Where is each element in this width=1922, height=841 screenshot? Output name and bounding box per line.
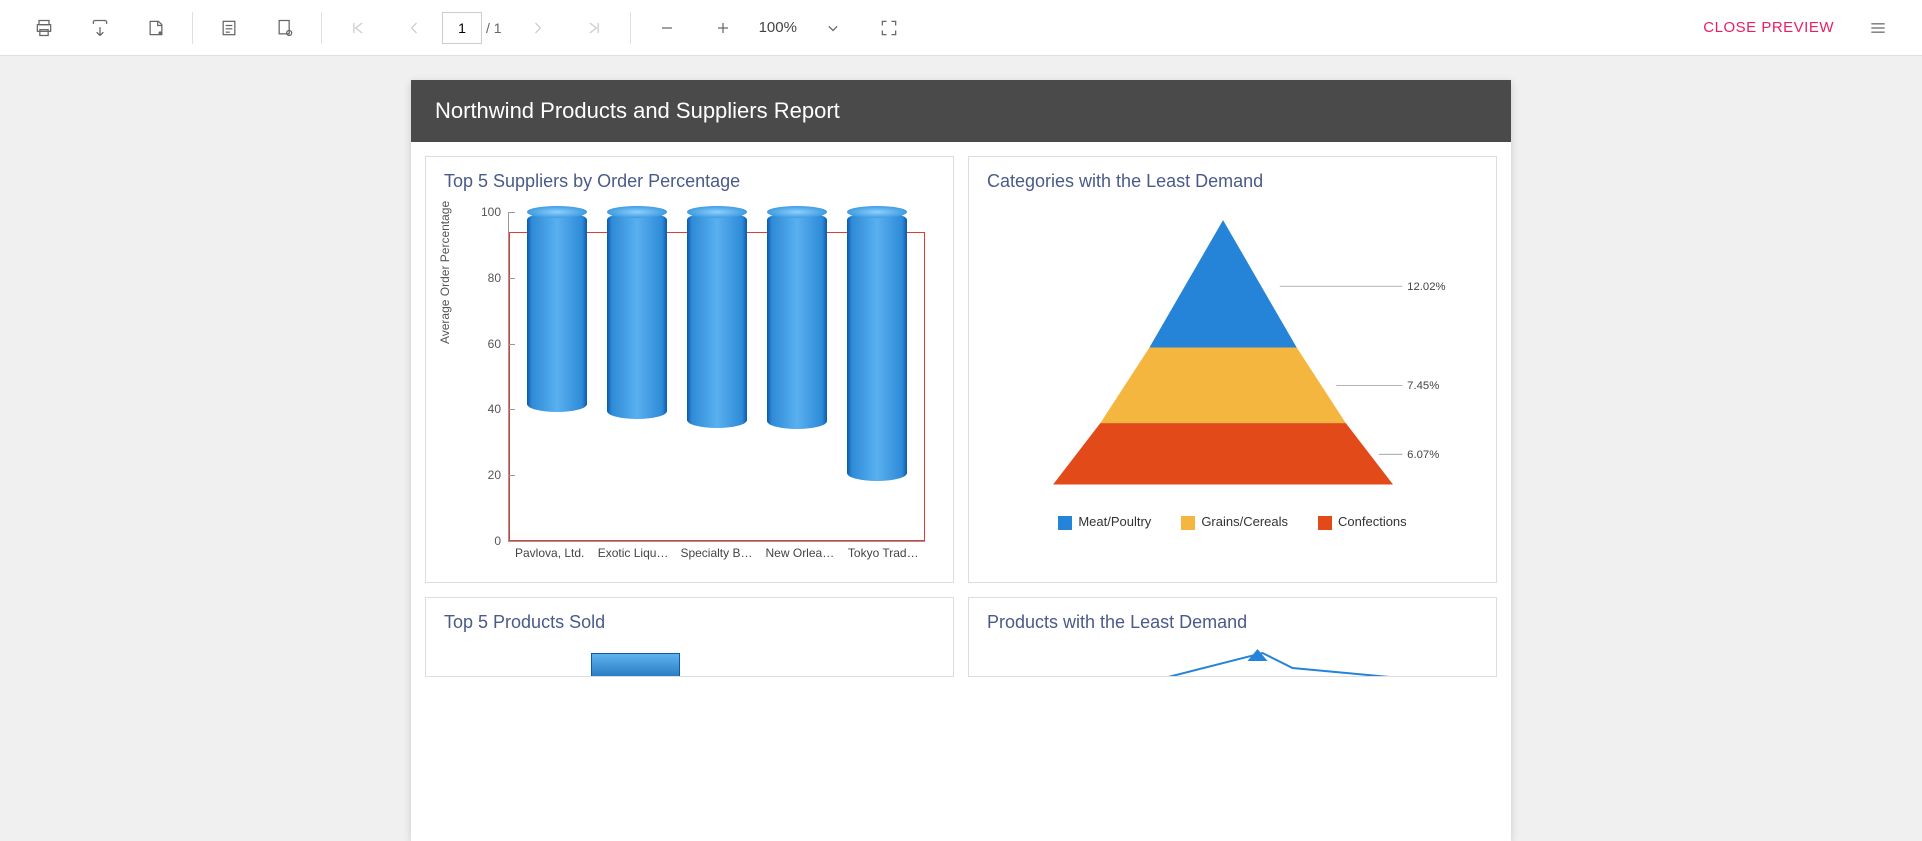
bar xyxy=(687,212,747,428)
bar xyxy=(847,212,907,481)
y-tick: 80 xyxy=(488,271,509,285)
card-title: Products with the Least Demand xyxy=(987,612,1478,633)
document-settings-button[interactable] xyxy=(257,0,313,56)
bar xyxy=(767,212,827,429)
pyramid-value-label: 7.45% xyxy=(1407,380,1439,392)
bar xyxy=(527,212,587,412)
legend-label: Meat/Poultry xyxy=(1078,514,1151,529)
zoom-out-button[interactable] xyxy=(639,0,695,56)
zoom-dropdown-button[interactable] xyxy=(805,0,861,56)
page-number-input[interactable] xyxy=(442,12,482,44)
first-page-button[interactable] xyxy=(330,0,386,56)
separator xyxy=(630,12,631,44)
card-title: Top 5 Products Sold xyxy=(444,612,935,633)
legend-item: Grains/Cereals xyxy=(1181,514,1288,530)
send-button[interactable] xyxy=(128,0,184,56)
bar xyxy=(607,212,667,419)
menu-button[interactable] xyxy=(1850,0,1906,56)
separator xyxy=(192,12,193,44)
legend-label: Grains/Cereals xyxy=(1201,514,1288,529)
x-tick-label: Tokyo Trad… xyxy=(846,546,921,572)
card-title: Top 5 Suppliers by Order Percentage xyxy=(444,171,935,192)
y-tick: 60 xyxy=(488,337,509,351)
y-axis-label: Average Order Percentage xyxy=(438,201,452,344)
prev-page-button[interactable] xyxy=(386,0,442,56)
card-least-demand-categories: Categories with the Least Demand 12.02% … xyxy=(968,156,1497,583)
pyramid-chart: 12.02% 7.45% 6.07% Meat/Poultry Grains/C… xyxy=(987,202,1478,572)
report-viewport[interactable]: Northwind Products and Suppliers Report … xyxy=(0,56,1922,841)
y-tick: 40 xyxy=(488,402,509,416)
x-tick-label: Exotic Liqu… xyxy=(596,546,671,572)
fullscreen-button[interactable] xyxy=(861,0,917,56)
plot-area: 0 20 40 60 80 100 60.8% 62.8% 65.6% 66% … xyxy=(508,212,925,542)
y-tick: 20 xyxy=(488,468,509,482)
zoom-level-label: 100% xyxy=(759,19,797,36)
legend-item: Confections xyxy=(1318,514,1407,530)
pyramid-value-label: 12.02% xyxy=(1407,281,1445,293)
parameters-button[interactable] xyxy=(201,0,257,56)
print-button[interactable] xyxy=(16,0,72,56)
legend-swatch-icon xyxy=(1058,516,1072,530)
close-preview-button[interactable]: CLOSE PREVIEW xyxy=(1703,19,1834,36)
export-button[interactable] xyxy=(72,0,128,56)
x-tick-label: Pavlova, Ltd. xyxy=(512,546,587,572)
card-top-products: Top 5 Products Sold xyxy=(425,597,954,677)
legend-swatch-icon xyxy=(1318,516,1332,530)
last-page-button[interactable] xyxy=(566,0,622,56)
report-grid: Top 5 Suppliers by Order Percentage Aver… xyxy=(411,142,1511,691)
next-page-button[interactable] xyxy=(510,0,566,56)
y-tick: 0 xyxy=(494,534,509,548)
y-tick: 100 xyxy=(481,205,509,219)
card-least-demand-products: Products with the Least Demand xyxy=(968,597,1497,677)
bar-chart: Average Order Percentage 0 20 40 60 80 1… xyxy=(444,202,935,572)
legend: Meat/Poultry Grains/Cereals Confections xyxy=(987,514,1478,530)
report-page: Northwind Products and Suppliers Report … xyxy=(411,80,1511,841)
legend-swatch-icon xyxy=(1181,516,1195,530)
legend-label: Confections xyxy=(1338,514,1407,529)
x-tick-label: Specialty B… xyxy=(679,546,754,572)
page-total-label: / 1 xyxy=(486,20,502,36)
pyramid-svg: 12.02% 7.45% 6.07% xyxy=(987,202,1478,512)
card-top-suppliers: Top 5 Suppliers by Order Percentage Aver… xyxy=(425,156,954,583)
report-title: Northwind Products and Suppliers Report xyxy=(411,80,1511,142)
pyramid-value-label: 6.07% xyxy=(1407,449,1439,461)
separator xyxy=(321,12,322,44)
legend-item: Meat/Poultry xyxy=(1058,514,1151,530)
toolbar: / 1 100% CLOSE PREVIEW xyxy=(0,0,1922,56)
x-tick-label: New Orlea… xyxy=(762,546,837,572)
card-title: Categories with the Least Demand xyxy=(987,171,1478,192)
zoom-in-button[interactable] xyxy=(695,0,751,56)
